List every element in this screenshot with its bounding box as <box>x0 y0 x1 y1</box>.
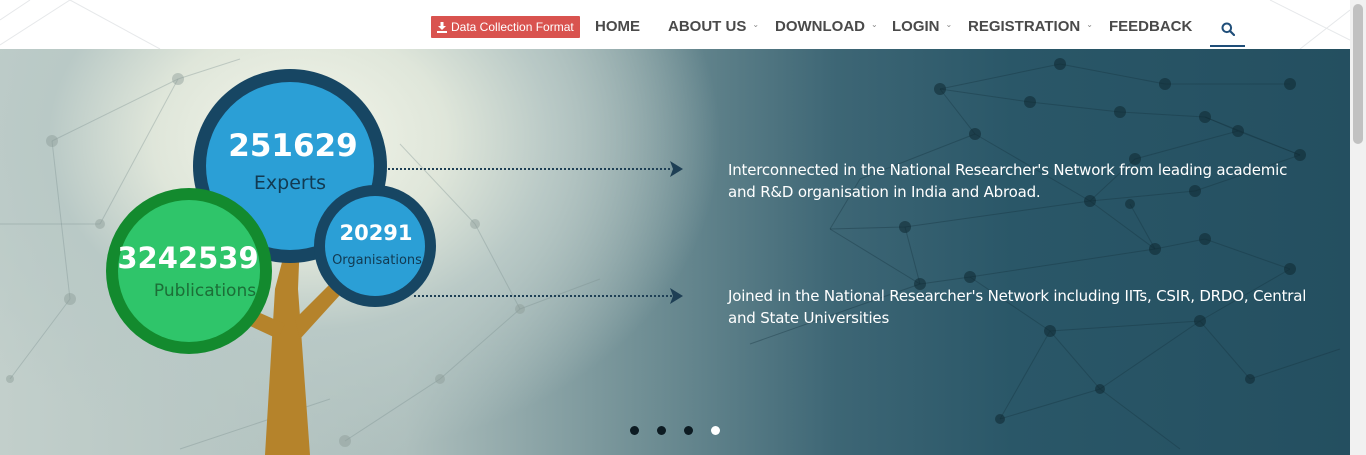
publications-label: Publications <box>154 281 256 301</box>
organisations-label: Organisations <box>332 253 422 268</box>
organisations-circle <box>314 185 436 307</box>
download-icon <box>437 21 447 33</box>
top-navbar: Data Collection Format HOME ABOUT US ⌄ D… <box>0 0 1350 50</box>
nav-login-label: LOGIN <box>892 18 940 35</box>
hero-slider: 251629 Experts 3242539 Publications 2029… <box>0 49 1350 455</box>
experts-label: Experts <box>254 172 326 194</box>
slider-dot-1[interactable] <box>630 426 639 435</box>
chevron-down-icon: ⌄ <box>945 20 953 29</box>
data-collection-format-label: Data Collection Format <box>451 20 574 34</box>
nav-home[interactable]: HOME <box>595 18 640 35</box>
chevron-down-icon: ⌄ <box>1086 20 1093 29</box>
page-scrollbar[interactable] <box>1350 0 1366 455</box>
nav-about-us-label: ABOUT US <box>668 18 747 35</box>
nav-registration-label: REGISTRATION <box>968 18 1081 35</box>
organisations-count: 20291 <box>339 221 412 245</box>
connector-arrow-organisations <box>414 288 683 304</box>
data-collection-format-button[interactable]: Data Collection Format <box>431 16 580 38</box>
slider-dot-3[interactable] <box>684 426 693 435</box>
network-background: 251629 Experts 3242539 Publications 2029… <box>0 58 1341 455</box>
search-button[interactable] <box>1210 12 1245 47</box>
connector-arrow-experts <box>388 161 683 177</box>
slider-pagination <box>630 426 720 435</box>
scrollbar-thumb[interactable] <box>1353 4 1363 144</box>
nav-home-label: HOME <box>595 18 640 35</box>
nav-login[interactable]: LOGIN ⌄ <box>892 18 952 35</box>
nav-feedback[interactable]: FEEDBACK <box>1109 18 1192 35</box>
nav-feedback-label: FEEDBACK <box>1109 18 1193 35</box>
chevron-down-icon: ⌄ <box>752 20 760 29</box>
nav-download-label: DOWNLOAD <box>775 18 865 35</box>
publications-count: 3242539 <box>117 241 258 275</box>
nav-about-us[interactable]: ABOUT US ⌄ <box>668 18 759 35</box>
nav-download[interactable]: DOWNLOAD ⌄ <box>775 18 878 35</box>
slider-dot-4[interactable] <box>711 426 720 435</box>
search-icon <box>1221 22 1235 36</box>
chevron-down-icon: ⌄ <box>871 20 878 29</box>
slider-dot-2[interactable] <box>657 426 666 435</box>
nav-registration[interactable]: REGISTRATION ⌄ <box>968 18 1093 35</box>
experts-count: 251629 <box>228 128 357 164</box>
organisations-statement: Joined in the National Researcher's Netw… <box>728 287 1307 327</box>
experts-statement: Interconnected in the National Researche… <box>728 161 1288 201</box>
